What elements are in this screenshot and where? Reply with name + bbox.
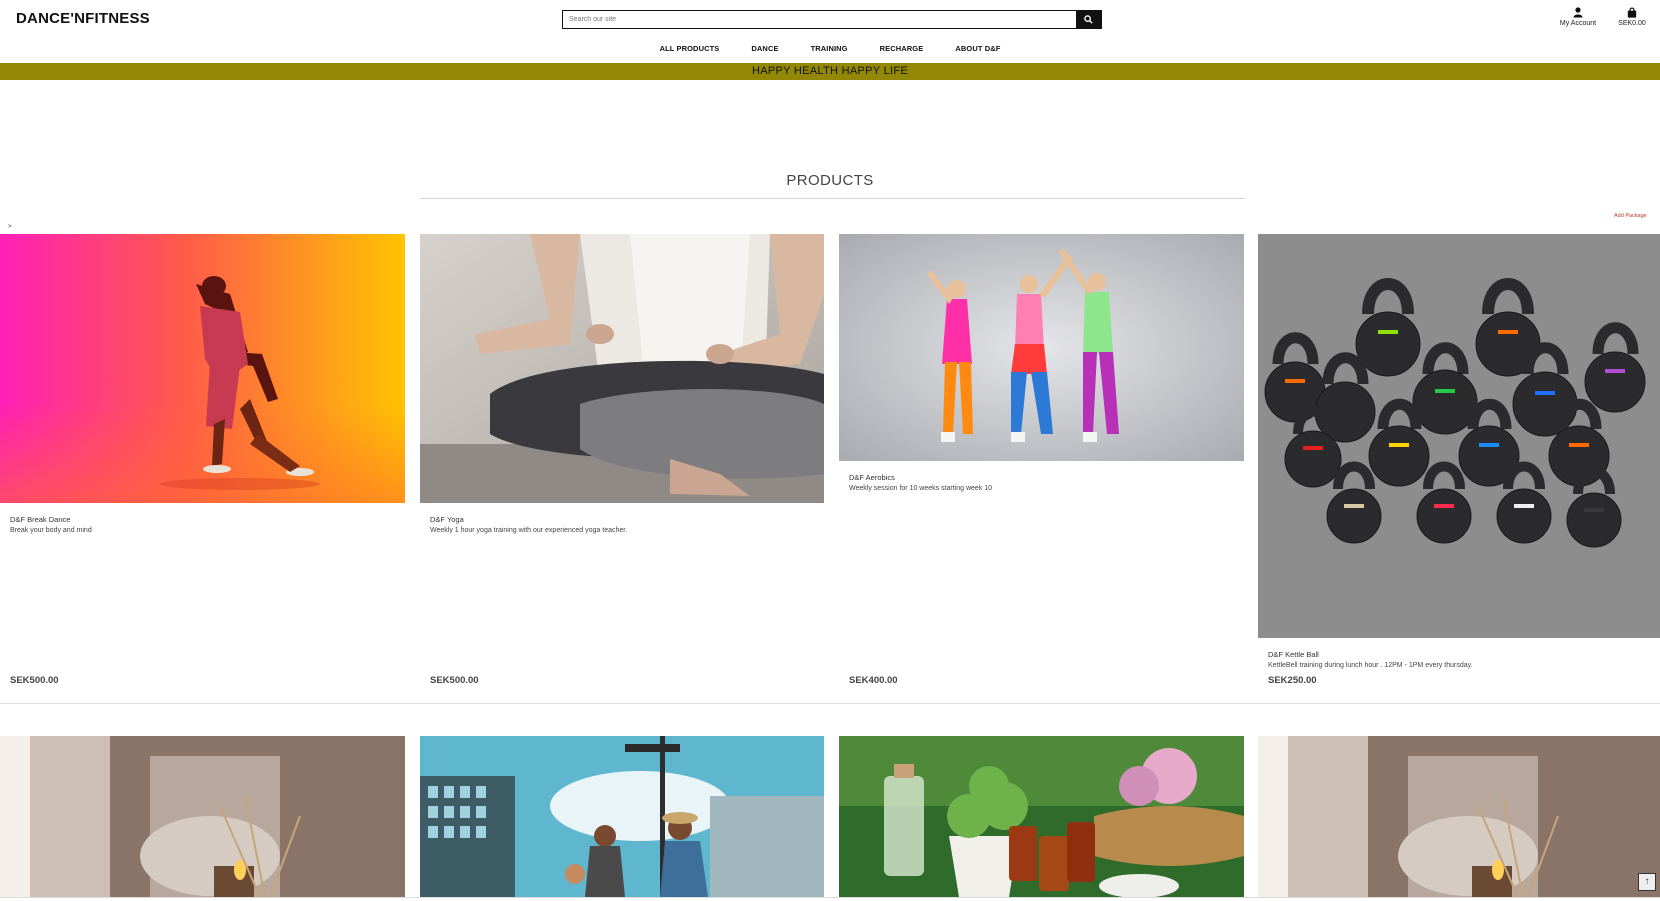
cart-total: SEK0.00 [1618,20,1646,27]
scroll-to-top-button[interactable]: ↑ [1638,873,1656,891]
user-icon [1573,7,1583,18]
product-image-kettlebell[interactable] [1258,234,1660,638]
nav-training[interactable]: TRAINING [795,44,864,53]
product-image-aerobics[interactable] [839,234,1244,461]
site-logo[interactable]: DANCE'NFITNESS [16,10,150,27]
product-name[interactable]: D&F Yoga [430,515,464,524]
product-name[interactable]: D&F Aerobics [849,473,895,482]
search-bar [562,10,1102,29]
footer-divider [0,897,1660,898]
product-card[interactable]: D&F Yoga Weekly 1 hour yoga training wit… [420,234,824,694]
nav-about[interactable]: ABOUT D&F [939,44,1016,53]
product-image-break-dance[interactable] [0,234,405,503]
product-name[interactable]: D&F Kettle Ball [1268,650,1319,659]
my-account-link[interactable]: My Account [1548,7,1608,27]
product-description: Weekly 1 hour yoga training with our exp… [430,527,628,534]
product-card[interactable]: D&F Kettle Ball KettleBell training duri… [1258,234,1660,694]
product-image-herbs[interactable] [839,736,1244,897]
product-card[interactable]: D&F Break Dance Break your body and mind… [0,234,405,694]
product-card[interactable] [1258,736,1660,897]
shopping-bag-icon [1627,7,1637,18]
carousel-arrow[interactable]: > [8,224,12,230]
product-card[interactable] [839,736,1244,897]
my-account-label: My Account [1559,20,1597,27]
promo-banner: HAPPY HEALTH HAPPY LIFE [0,63,1660,80]
arrow-up-icon: ↑ [1644,876,1650,887]
product-name[interactable]: D&F Break Dance [10,515,70,524]
add-package-link[interactable]: Add Package [1614,213,1647,219]
site-header: DANCE'NFITNESS My Account SEK0.00 ALL PR… [0,0,1660,63]
product-image-yoga[interactable] [420,234,824,503]
search-input[interactable] [563,11,1076,28]
product-image-candles[interactable] [0,736,405,897]
nav-recharge[interactable]: RECHARGE [864,44,940,53]
nav-dance[interactable]: DANCE [735,44,794,53]
product-price: SEK250.00 [1268,675,1317,686]
product-description: Weekly session for 10 weeks starting wee… [849,485,993,492]
heading-divider [420,198,1245,199]
search-icon [1084,15,1093,24]
product-price: SEK500.00 [430,675,479,686]
product-image-street-dance[interactable] [420,736,824,897]
cart-link[interactable]: SEK0.00 [1610,7,1654,27]
products-heading: PRODUCTS [786,172,874,189]
row-divider [0,703,1660,704]
product-card[interactable] [0,736,405,897]
product-price: SEK500.00 [10,675,59,686]
main-nav: ALL PRODUCTS DANCE TRAINING RECHARGE ABO… [0,44,1660,53]
search-button[interactable] [1076,11,1101,28]
product-card[interactable]: D&F Aerobics Weekly session for 10 weeks… [839,234,1244,694]
product-image-candles-2[interactable] [1258,736,1660,897]
product-description: Break your body and mind [10,527,92,534]
product-price: SEK400.00 [849,675,898,686]
product-card[interactable] [420,736,824,897]
nav-all-products[interactable]: ALL PRODUCTS [644,44,736,53]
product-description: KettleBell training during lunch hour . … [1268,662,1473,669]
